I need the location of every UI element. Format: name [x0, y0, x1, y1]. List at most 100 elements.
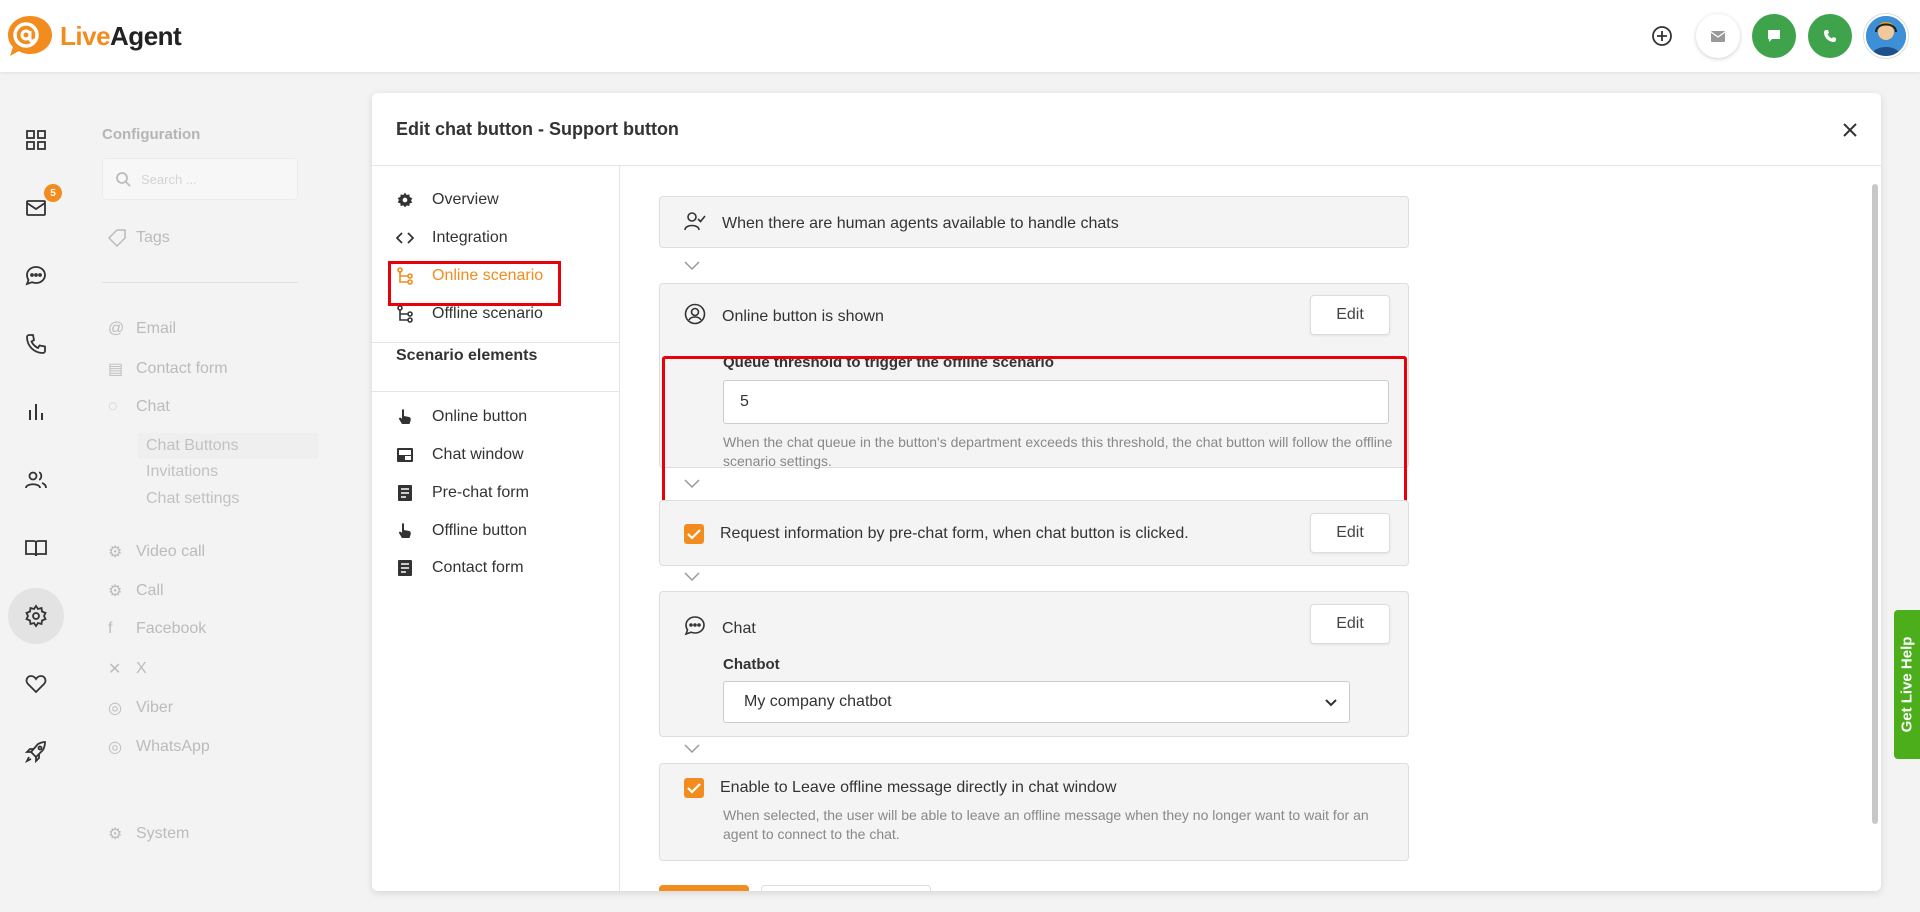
chevron-down-icon	[684, 258, 700, 276]
menu-item-online-button[interactable]: Online button	[396, 408, 527, 426]
modal-scrollbar[interactable]	[1867, 166, 1881, 891]
config-sub-chat-settings[interactable]: Chat settings	[146, 490, 239, 508]
modal-side-menu: Overview Integration Online scenario Off…	[372, 166, 620, 891]
mail-icon[interactable]	[1696, 14, 1740, 58]
menu-item-integration[interactable]: Integration	[396, 229, 508, 247]
chat-status-icon[interactable]	[1752, 14, 1796, 58]
gear-icon	[396, 191, 414, 209]
config-sub-chat-buttons[interactable]: Chat Buttons	[138, 433, 318, 459]
menu-item-pre-chat-form[interactable]: Pre-chat form	[396, 484, 529, 502]
user-avatar[interactable]	[1864, 14, 1908, 58]
tickets-icon[interactable]: 5	[8, 180, 64, 236]
prechat-card: Request information by pre-chat form, wh…	[659, 500, 1409, 566]
user-circle-icon	[684, 303, 706, 330]
reports-icon[interactable]	[8, 384, 64, 440]
config-item-call[interactable]: ⚙ Call	[108, 581, 164, 601]
logo-live: Live	[60, 20, 111, 51]
config-item-x[interactable]: ✕ X	[108, 659, 147, 679]
edit-online-button[interactable]: Edit	[1310, 295, 1390, 335]
chat-card: Chat Edit Chatbot My company chatbot	[659, 591, 1409, 737]
agents-available-card: When there are human agents available to…	[659, 196, 1409, 248]
config-item-video-call[interactable]: ⚙ Video call	[108, 542, 205, 562]
logo-mark-icon	[6, 14, 54, 58]
contacts-icon[interactable]	[8, 452, 64, 508]
left-navigation: 5	[0, 72, 72, 912]
config-item-system[interactable]: ⚙ System	[108, 824, 189, 844]
offline-message-help: When selected, the user will be able to …	[723, 807, 1369, 842]
configuration-sidebar: Configuration Search ... Tags @ Email ▤ Co…	[72, 72, 330, 912]
user-check-icon	[684, 211, 706, 236]
config-title: Configuration	[102, 126, 201, 143]
modal-title: Edit chat button - Support button	[396, 119, 679, 139]
logo-agent: Agent	[110, 20, 182, 51]
config-item-contact-form[interactable]: ▤ Contact form	[108, 359, 228, 379]
form-icon	[396, 559, 414, 577]
top-actions	[1640, 14, 1908, 58]
code-icon	[396, 229, 414, 247]
offline-message-row: Enable to Leave offline message directly…	[684, 778, 1116, 798]
heart-icon[interactable]	[8, 656, 64, 712]
hand-pointer-icon	[396, 408, 414, 426]
modal-header: Edit chat button - Support button	[372, 93, 1881, 166]
config-item-facebook[interactable]: f Facebook	[108, 620, 206, 638]
cancel-button[interactable]	[761, 885, 931, 891]
edit-chat-button[interactable]: Edit	[1310, 604, 1390, 644]
config-search-input[interactable]: Search ...	[102, 158, 298, 200]
logo-text: LiveAgent	[60, 20, 182, 52]
live-help-label: Get Live Help	[1898, 636, 1916, 733]
flow-icon	[396, 305, 414, 323]
scenario-elements-heading: Scenario elements	[396, 347, 538, 364]
chat-row: Chat	[684, 615, 756, 642]
config-item-chat[interactable]: ◌ Chat	[108, 398, 170, 416]
config-item-viber[interactable]: ◎ Viber	[108, 698, 173, 718]
chatbot-label: Chatbot	[723, 656, 780, 673]
top-bar: LiveAgent	[0, 0, 1920, 72]
liveagent-logo[interactable]: LiveAgent	[6, 14, 182, 58]
config-item-tags[interactable]: Tags	[108, 229, 170, 247]
tickets-badge: 5	[44, 184, 62, 202]
divider	[102, 282, 298, 283]
chevron-down-icon	[684, 569, 700, 587]
rocket-icon[interactable]	[8, 724, 64, 780]
chatbot-select-value: My company chatbot	[744, 693, 892, 710]
config-search-placeholder: Search ...	[141, 172, 197, 187]
chevron-down-icon	[684, 476, 700, 494]
online-button-row: Online button is shown	[684, 303, 884, 330]
menu-item-offline-button[interactable]: Offline button	[396, 522, 527, 540]
get-live-help-tab[interactable]: Get Live Help	[1894, 610, 1920, 759]
online-scenario-highlight	[388, 261, 561, 306]
config-sub-invitations[interactable]: Invitations	[146, 463, 218, 481]
chat-bubble-icon	[684, 615, 706, 642]
chats-icon[interactable]	[8, 248, 64, 304]
menu-item-chat-window[interactable]: Chat window	[396, 446, 524, 464]
knowledgebase-icon[interactable]	[8, 520, 64, 576]
chevron-down-icon	[1325, 694, 1337, 712]
close-icon[interactable]	[1835, 115, 1865, 145]
save-button[interactable]	[659, 885, 749, 891]
divider	[372, 391, 620, 392]
divider	[372, 342, 620, 343]
prechat-row: Request information by pre-chat form, wh…	[684, 524, 1189, 544]
phone-status-icon[interactable]	[1808, 14, 1852, 58]
config-item-email[interactable]: @ Email	[108, 320, 176, 338]
search-icon	[115, 171, 131, 190]
offline-message-checkbox[interactable]	[684, 778, 704, 798]
form-icon	[396, 484, 414, 502]
hand-pointer-icon	[396, 522, 414, 540]
edit-prechat-button[interactable]: Edit	[1310, 513, 1390, 553]
edit-chat-button-modal: Edit chat button - Support button Overvi…	[372, 93, 1881, 891]
menu-item-overview[interactable]: Overview	[396, 191, 499, 209]
menu-item-contact-form[interactable]: Contact form	[396, 559, 524, 577]
configuration-gear-icon[interactable]	[8, 588, 64, 644]
scroll-thumb[interactable]	[1872, 184, 1878, 824]
dashboard-icon[interactable]	[8, 112, 64, 168]
agents-available-row: When there are human agents available to…	[684, 211, 1119, 236]
calls-icon[interactable]	[8, 316, 64, 372]
config-item-whatsapp[interactable]: ◎ WhatsApp	[108, 737, 210, 757]
chatbot-select[interactable]: My company chatbot	[723, 681, 1350, 723]
chevron-down-icon	[684, 741, 700, 759]
menu-item-offline-scenario[interactable]: Offline scenario	[396, 305, 543, 323]
prechat-checkbox[interactable]	[684, 524, 704, 544]
add-icon[interactable]	[1640, 14, 1684, 58]
scenario-content: When there are human agents available to…	[621, 166, 1866, 891]
